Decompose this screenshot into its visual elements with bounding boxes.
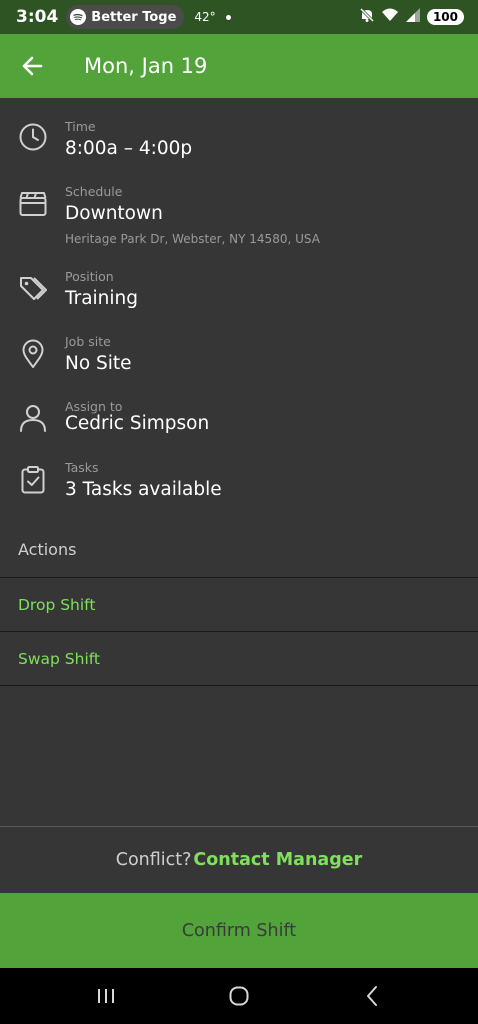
recent-apps-button[interactable] xyxy=(76,976,136,1016)
position-row: Position Training xyxy=(0,266,478,322)
status-bar: 3:04 Better Toge 42° 100 xyxy=(0,0,478,34)
recent-apps-icon xyxy=(98,989,115,1003)
clipboard-check-icon xyxy=(21,466,45,494)
mute-icon xyxy=(359,7,375,27)
system-nav-bar xyxy=(0,968,478,1024)
arrow-left-icon xyxy=(22,56,43,76)
schedule-label: Schedule xyxy=(65,184,123,199)
assign-to-label: Assign to xyxy=(65,399,123,414)
signal-icon xyxy=(405,7,421,27)
divider xyxy=(0,685,478,686)
schedule-value: Downtown xyxy=(65,203,163,224)
location-pin-icon xyxy=(22,339,44,368)
back-icon xyxy=(366,986,377,1006)
tasks-label: Tasks xyxy=(65,460,99,475)
media-title: Better Toge xyxy=(91,9,177,25)
wifi-icon xyxy=(381,7,399,27)
schedule-icon xyxy=(19,192,47,216)
battery-icon: 100 xyxy=(426,9,464,25)
confirm-shift-button[interactable]: Confirm Shift xyxy=(0,893,478,968)
time-row: Time 8:00a – 4:00p xyxy=(0,116,478,172)
contact-manager-link[interactable]: Contact Manager xyxy=(193,850,362,870)
position-label: Position xyxy=(65,269,114,284)
person-icon xyxy=(20,405,46,432)
back-button[interactable] xyxy=(0,34,64,98)
notification-dot xyxy=(225,14,231,20)
job-site-value: No Site xyxy=(65,353,132,374)
spotify-icon xyxy=(70,9,87,25)
clock-icon xyxy=(19,123,47,151)
position-value: Training xyxy=(65,288,138,309)
conflict-question: Conflict? xyxy=(115,850,192,870)
tasks-value: 3 Tasks available xyxy=(65,479,222,500)
system-back-button[interactable] xyxy=(342,976,402,1016)
swap-shift-button[interactable]: Swap Shift xyxy=(0,631,478,685)
page-title: Mon, Jan 19 xyxy=(84,54,208,78)
time-label: Time xyxy=(65,119,96,134)
tags-icon xyxy=(20,277,47,300)
schedule-address: Heritage Park Dr, Webster, NY 14580, USA xyxy=(65,232,320,246)
job-site-label: Job site xyxy=(65,334,111,349)
schedule-row: Schedule Downtown Heritage Park Dr, Webs… xyxy=(0,181,478,253)
drop-shift-button[interactable]: Drop Shift xyxy=(0,577,478,631)
media-pill[interactable]: Better Toge xyxy=(66,5,185,29)
assign-to-value: Cedric Simpson xyxy=(65,413,210,434)
tasks-row[interactable]: Tasks 3 Tasks available xyxy=(0,457,478,513)
home-button[interactable] xyxy=(209,976,269,1016)
job-site-row: Job site No Site xyxy=(0,331,478,387)
actions-heading: Actions xyxy=(18,540,77,559)
time-value: 8:00a – 4:00p xyxy=(65,138,193,159)
conflict-bar: Conflict? Contact Manager xyxy=(0,826,478,893)
status-time: 3:04 xyxy=(16,7,59,27)
temperature: 42° xyxy=(194,10,216,24)
app-bar: Mon, Jan 19 xyxy=(0,34,478,98)
assign-to-row: Assign to Cedric Simpson xyxy=(0,396,478,452)
home-icon xyxy=(229,986,249,1006)
